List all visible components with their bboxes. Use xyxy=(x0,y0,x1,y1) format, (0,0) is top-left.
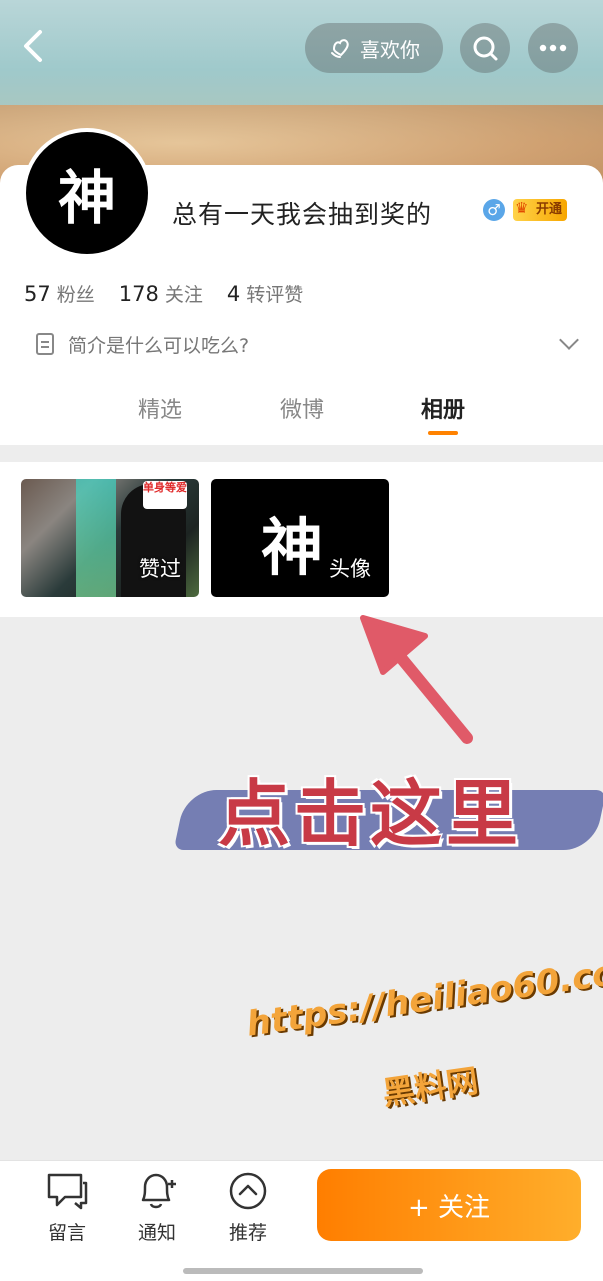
stat-followers[interactable]: 57 粉丝 xyxy=(24,280,95,307)
watermark-url: https://heiliao60.com xyxy=(244,948,603,1045)
stat-label: 粉丝 xyxy=(56,284,95,306)
search-icon xyxy=(473,36,498,61)
stat-value: 178 xyxy=(118,282,159,306)
tab-weibo[interactable]: 微博 xyxy=(280,392,324,424)
avatar-glyph: 神 xyxy=(57,164,116,232)
thumbnail-screen-glow xyxy=(76,479,116,597)
stat-value: 4 xyxy=(226,282,241,306)
follow-button[interactable]: + 关注 xyxy=(317,1169,581,1241)
bio-text: 简介是什么可以吃么? xyxy=(68,334,250,357)
recommend-button[interactable]: 推荐 xyxy=(218,1170,278,1245)
vip-badge[interactable]: ♛ 开通 xyxy=(513,199,567,221)
stat-label: 转评赞 xyxy=(246,284,304,306)
annotation-arrow-icon xyxy=(360,615,473,744)
search-button[interactable] xyxy=(460,23,510,73)
back-button[interactable] xyxy=(18,26,58,66)
chevron-down-icon[interactable] xyxy=(559,330,579,350)
vip-label: 开通 xyxy=(535,202,562,217)
thumbnail-sticker: 单身等爱 xyxy=(143,481,187,509)
avatar[interactable]: 神 xyxy=(22,128,152,258)
stat-following[interactable]: 178 关注 xyxy=(119,280,203,307)
watermark-name: 黑料网 xyxy=(380,1061,481,1113)
more-button[interactable] xyxy=(528,23,578,73)
more-icon xyxy=(539,44,567,52)
album-avatar[interactable]: 神 头像 xyxy=(211,479,389,597)
comment-icon xyxy=(47,1173,88,1210)
follow-label: + 关注 xyxy=(407,1192,491,1223)
thumbnail-glyph: 神 xyxy=(261,511,324,584)
stat-interactions[interactable]: 4 转评赞 xyxy=(227,280,303,307)
home-indicator[interactable] xyxy=(183,1268,423,1274)
tab-featured[interactable]: 精选 xyxy=(138,392,182,424)
recommend-label: 推荐 xyxy=(228,1222,267,1244)
tab-album[interactable]: 相册 xyxy=(421,392,465,424)
chevron-up-circle-icon xyxy=(229,1172,267,1210)
heart-hand-icon xyxy=(331,39,349,58)
notify-button[interactable]: 通知 xyxy=(127,1170,187,1245)
document-icon xyxy=(36,333,54,355)
username: 总有一天我会抽到奖的 xyxy=(172,200,433,229)
crown-icon: ♛ xyxy=(515,199,529,217)
album-label: 赞过 xyxy=(139,557,181,581)
message-label: 留言 xyxy=(47,1222,86,1244)
stat-label: 关注 xyxy=(164,284,203,306)
profile-stats: 57 粉丝 178 关注 4 转评赞 xyxy=(24,280,303,307)
active-tab-indicator xyxy=(428,431,458,435)
message-button[interactable]: 留言 xyxy=(37,1170,97,1245)
notify-label: 通知 xyxy=(137,1222,176,1244)
gender-male-icon: ♂ xyxy=(483,199,505,221)
profile-tabs: 精选 微博 相册 xyxy=(0,392,603,442)
like-you-label: 喜欢你 xyxy=(360,37,420,62)
album-liked[interactable]: 单身等爱 赞过 xyxy=(21,479,199,597)
album-label: 头像 xyxy=(329,557,371,581)
back-icon xyxy=(24,30,42,62)
like-you-button[interactable]: 喜欢你 xyxy=(305,23,443,73)
click-here-annotation: 点击这里 xyxy=(218,772,523,856)
bio-row[interactable]: 简介是什么可以吃么? xyxy=(36,330,579,358)
stat-value: 57 xyxy=(24,282,51,306)
bell-plus-icon xyxy=(141,1173,176,1209)
